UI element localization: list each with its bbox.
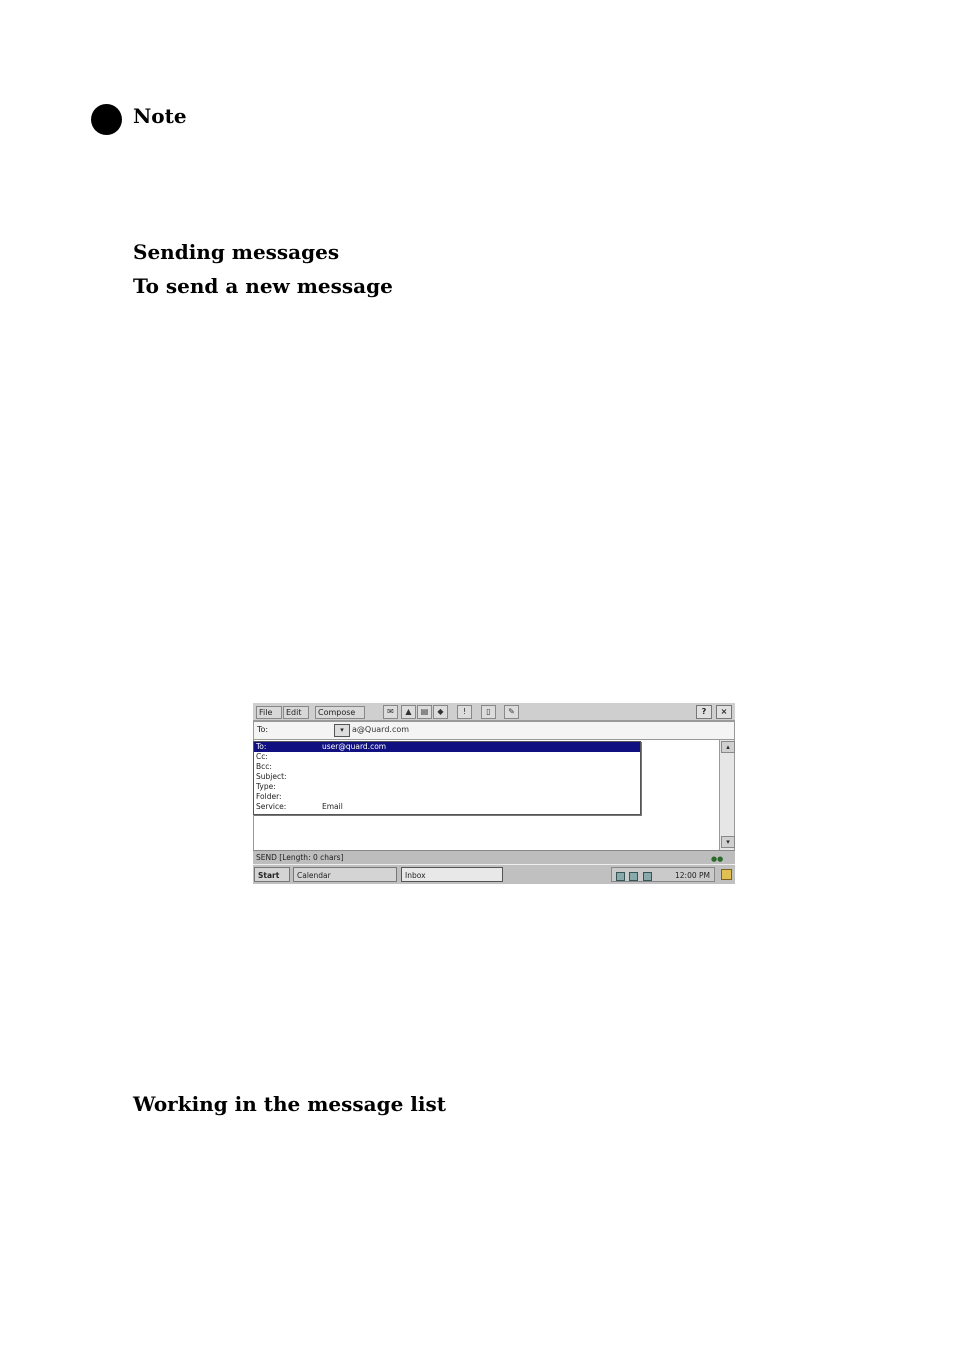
menu-compose[interactable]: Compose (315, 706, 365, 719)
priority-icon[interactable]: ! (457, 705, 472, 719)
close-button[interactable]: × (716, 705, 732, 719)
field-dropdown-list: To: user@quard.com Cc: Bcc: Subject: Typ… (253, 741, 641, 815)
recipient-icon[interactable]: ▲ (401, 705, 416, 719)
dropdown-item-label: Subject: (256, 772, 287, 781)
dropdown-item-bcc[interactable]: Bcc: (254, 762, 640, 772)
options-icon[interactable]: ▯ (481, 705, 496, 719)
to-label: To: (257, 725, 269, 734)
dropdown-item-to[interactable]: To: user@quard.com (254, 742, 640, 752)
message-list-heading: Working in the message list (133, 1092, 446, 1116)
connection-status-icon: ●● (711, 855, 724, 863)
field-dropdown-button[interactable]: ▾ (334, 724, 350, 737)
dropdown-item-label: Bcc: (256, 762, 272, 771)
status-bar: SEND [Length: 0 chars] ●● (253, 850, 735, 864)
to-input[interactable]: a@Quard.com (352, 725, 409, 734)
taskbar: Start Calendar Inbox 12:00 PM (253, 864, 735, 884)
note-heading: Note (133, 104, 187, 128)
taskbar-item-inbox[interactable]: Inbox (401, 867, 503, 882)
tray-battery-icon[interactable] (642, 871, 652, 881)
dropdown-item-cc[interactable]: Cc: (254, 752, 640, 762)
tray-sync-icon[interactable] (629, 871, 639, 881)
menu-bar: File Edit Compose ✉ ▲ ▤ ◆ ! ▯ ✎ ? × (253, 703, 735, 721)
dropdown-item-label: Cc: (256, 752, 268, 761)
status-text: SEND [Length: 0 chars] (256, 853, 344, 862)
compose-screenshot: File Edit Compose ✉ ▲ ▤ ◆ ! ▯ ✎ ? × To: … (253, 703, 735, 884)
menu-edit[interactable]: Edit (283, 706, 309, 719)
scrollbar[interactable]: ▴ ▾ (719, 739, 735, 851)
attach-icon[interactable]: ◆ (433, 705, 448, 719)
dropdown-item-folder[interactable]: Folder: (254, 792, 640, 802)
dropdown-item-label: Folder: (256, 792, 282, 801)
dropdown-item-subject[interactable]: Subject: (254, 772, 640, 782)
start-button[interactable]: Start (254, 867, 290, 882)
taskbar-item-calendar[interactable]: Calendar (293, 867, 397, 882)
dropdown-item-service[interactable]: Service: Email (254, 802, 640, 812)
dropdown-item-value: Email (322, 802, 343, 811)
menu-file[interactable]: File (256, 706, 282, 719)
note-bullet-icon (91, 104, 122, 135)
to-field-row: To: ▾ a@Quard.com (253, 721, 735, 740)
send-new-message-heading: To send a new message (133, 274, 393, 298)
send-icon[interactable]: ✉ (383, 705, 398, 719)
dropdown-item-type[interactable]: Type: (254, 782, 640, 792)
dropdown-item-label: Service: (256, 802, 287, 811)
clock: 12:00 PM (675, 871, 710, 880)
scroll-down-button[interactable]: ▾ (721, 836, 735, 848)
sending-messages-heading: Sending messages (133, 240, 340, 264)
system-tray: 12:00 PM (611, 867, 715, 882)
scroll-up-button[interactable]: ▴ (721, 741, 735, 753)
dropdown-item-label: Type: (256, 782, 276, 791)
help-button[interactable]: ? (696, 705, 712, 719)
address-book-icon[interactable]: ▤ (417, 705, 432, 719)
dropdown-item-value: user@quard.com (322, 742, 387, 751)
dropdown-item-label: To: (256, 742, 267, 751)
signature-icon[interactable]: ✎ (504, 705, 519, 719)
tray-network-icon[interactable] (616, 871, 625, 881)
keyboard-icon[interactable] (721, 869, 732, 880)
